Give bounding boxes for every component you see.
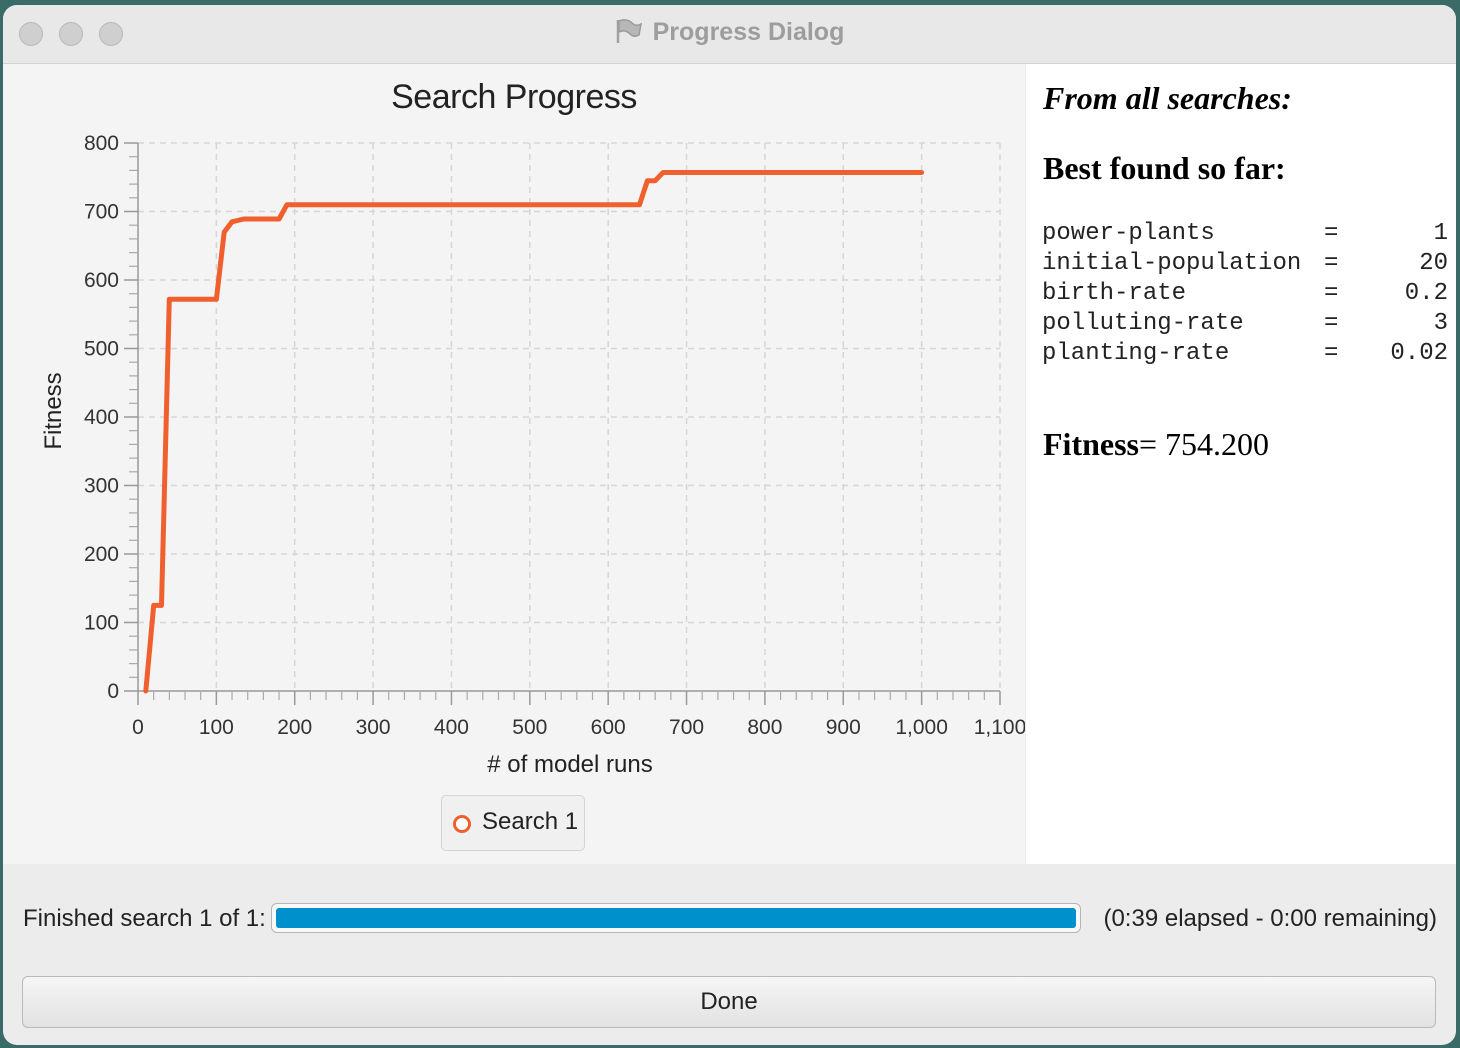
window-title: Progress Dialog <box>3 18 1456 51</box>
chart-legend: Search 1 <box>441 795 585 851</box>
param-value: 20 <box>1419 250 1448 277</box>
y-tick-label: 200 <box>84 543 119 566</box>
x-tick-label: 500 <box>512 716 547 739</box>
param-value: 1 <box>1433 220 1448 247</box>
y-tick-label: 100 <box>84 612 119 635</box>
param-row: initial-population = 20 <box>1042 250 1448 280</box>
chart-series <box>143 170 925 694</box>
param-row: birth-rate = 0.2 <box>1042 280 1448 310</box>
x-tick-label: 700 <box>669 716 704 739</box>
elapsed-time: (0:39 elapsed - 0:00 remaining) <box>1103 905 1437 932</box>
y-tick-label: 300 <box>84 475 119 498</box>
progress-bar-fill <box>276 908 1076 928</box>
x-tick-label: 0 <box>132 716 144 739</box>
x-axis-title: # of model runs <box>487 751 652 778</box>
series-line-search-1 <box>143 170 925 694</box>
series-marker-icon <box>453 815 471 833</box>
x-tick-label: 300 <box>356 716 391 739</box>
done-button[interactable]: Done <box>22 976 1436 1028</box>
legend-label: Search 1 <box>482 808 579 835</box>
x-tick-label: 800 <box>747 716 782 739</box>
param-value: 0.2 <box>1404 280 1448 307</box>
best-found-heading: Best found so far: <box>1043 150 1286 186</box>
best-fitness: Fitness= 754.200 <box>1043 426 1269 463</box>
fitness-label: Fitness <box>1043 426 1139 462</box>
status-row: Finished search 1 of 1: (0:39 elapsed - … <box>3 900 1456 940</box>
chart-grid <box>138 142 1001 691</box>
x-tick-label: 1,000 <box>895 716 948 739</box>
progress-dialog-window: Progress Dialog Search Progress 0 100 200 3… <box>3 5 1456 1045</box>
param-name: polluting-rate <box>1042 310 1244 337</box>
y-tick-label: 600 <box>84 269 119 292</box>
param-row: planting-rate = 0.02 <box>1042 340 1448 370</box>
param-name: power-plants <box>1042 220 1215 247</box>
param-row: polluting-rate = 3 <box>1042 310 1448 340</box>
x-tick-label: 1,100 <box>974 716 1025 739</box>
parameter-list: power-plants = 1 initial-population = 20… <box>1042 220 1448 370</box>
fitness-value: = 754.200 <box>1139 426 1270 462</box>
y-tick-label: 700 <box>84 201 119 224</box>
search-progress-bar <box>271 903 1081 933</box>
x-tick-label: 600 <box>591 716 626 739</box>
y-tick-label: 500 <box>84 338 119 361</box>
panel-heading: From all searches: <box>1043 80 1292 116</box>
param-equals: = <box>1324 310 1339 337</box>
x-tick-label: 400 <box>434 716 469 739</box>
chart-area: Search Progress 0 100 200 300 400 500 600 700 80… <box>3 64 1025 864</box>
app-flag-icon <box>615 18 643 51</box>
y-tick-label: 800 <box>84 132 119 155</box>
status-label: Finished search 1 of 1: <box>23 905 266 932</box>
param-name: planting-rate <box>1042 340 1230 367</box>
title-bar: Progress Dialog <box>3 5 1456 64</box>
param-name: birth-rate <box>1042 280 1187 307</box>
param-equals: = <box>1324 250 1339 277</box>
x-tick-label: 900 <box>826 716 861 739</box>
chart-axes: 0 100 200 300 400 500 600 700 800 900 1,000 1,100 0 1… <box>84 132 1025 739</box>
y-axis-title: Fitness <box>40 372 67 449</box>
param-equals: = <box>1324 280 1339 307</box>
param-value: 0.02 <box>1390 340 1448 367</box>
y-tick-label: 0 <box>107 680 119 703</box>
y-tick-label: 400 <box>84 406 119 429</box>
x-tick-label: 100 <box>199 716 234 739</box>
param-value: 3 <box>1433 310 1448 337</box>
window-title-text: Progress Dialog <box>652 18 845 46</box>
param-equals: = <box>1324 340 1339 367</box>
param-name: initial-population <box>1042 250 1302 277</box>
x-tick-label: 200 <box>277 716 312 739</box>
param-row: power-plants = 1 <box>1042 220 1448 250</box>
param-equals: = <box>1324 220 1339 247</box>
search-progress-chart: 0 100 200 300 400 500 600 700 800 900 1,000 1,100 0 1… <box>40 132 1025 778</box>
best-results-panel: From all searches: Best found so far: po… <box>1026 64 1456 864</box>
